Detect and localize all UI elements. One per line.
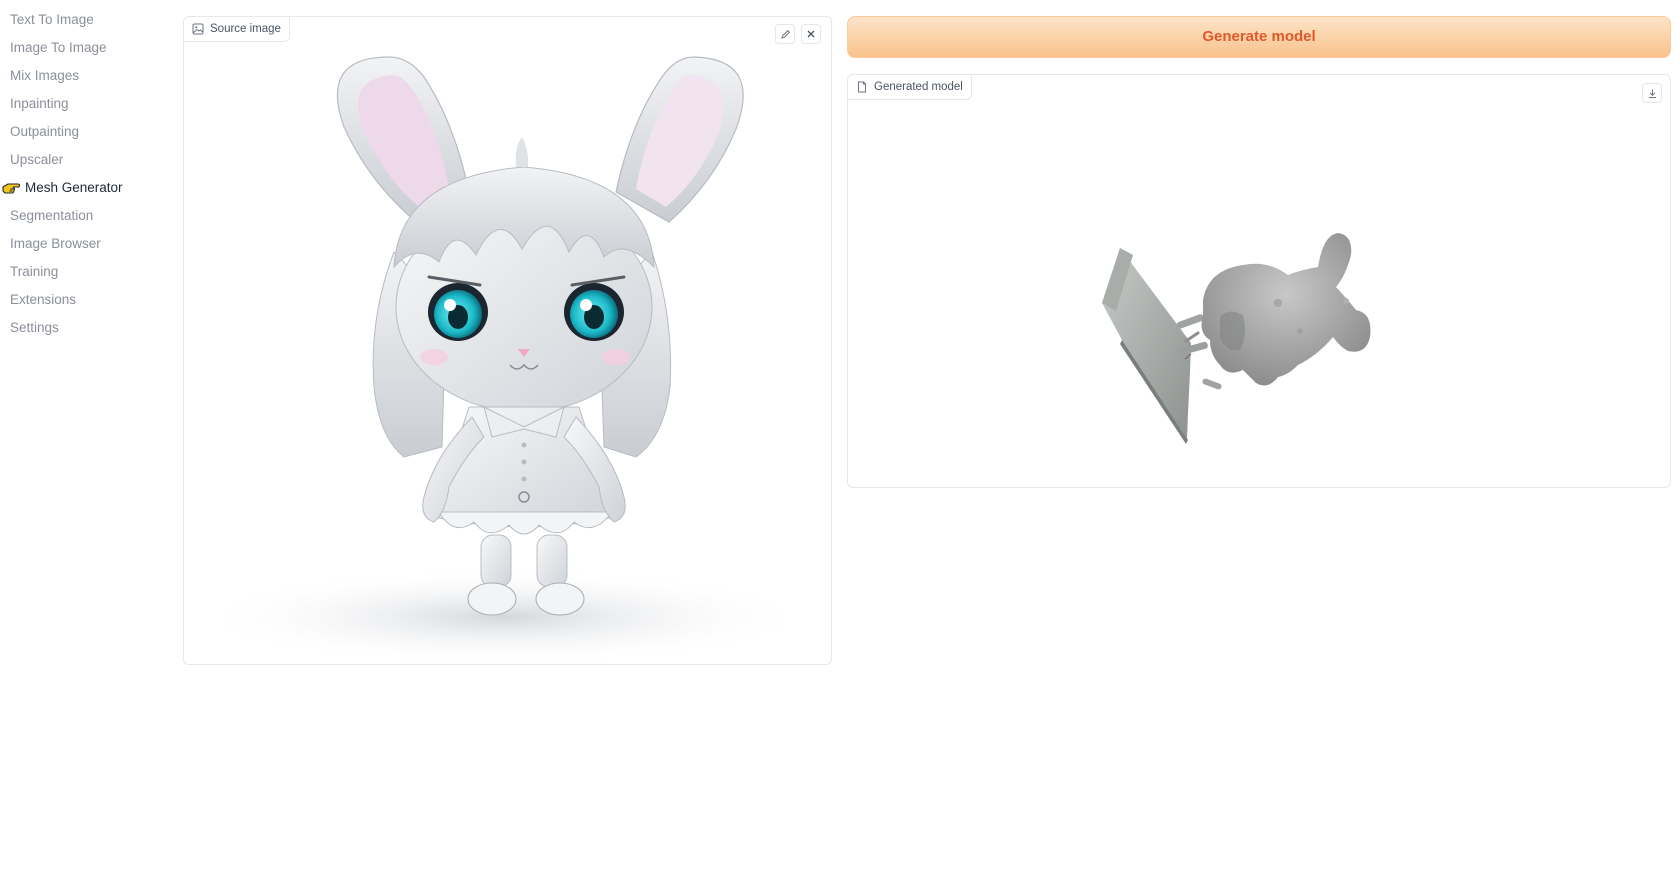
sidebar-item-label: Image Browser — [10, 236, 101, 251]
sidebar-item-mesh-generator[interactable]: Mesh Generator — [0, 174, 165, 202]
sidebar-item-label: Extensions — [10, 292, 77, 307]
sidebar-item-extensions[interactable]: Extensions — [0, 286, 165, 314]
source-image-preview — [184, 17, 831, 664]
sidebar-item-label: Inpainting — [10, 96, 69, 111]
sidebar-item-image-to-image[interactable]: Image To Image — [0, 34, 165, 62]
file-icon — [858, 81, 866, 93]
sidebar-item-segmentation[interactable]: Segmentation — [0, 202, 165, 230]
source-image-panel[interactable]: Source image — [183, 16, 832, 665]
generate-model-button[interactable]: Generate model — [847, 16, 1671, 58]
sidebar-item-upscaler[interactable]: Upscaler — [0, 146, 165, 174]
sidebar-item-label: Upscaler — [10, 152, 64, 167]
sidebar-item-image-browser[interactable]: Image Browser — [0, 230, 165, 258]
image-icon — [192, 23, 204, 35]
download-icon — [1648, 89, 1656, 98]
generated-model-label-text: Generated model — [874, 81, 963, 93]
sidebar-item-mix-images[interactable]: Mix Images — [0, 62, 165, 90]
sidebar-item-outpainting[interactable]: Outpainting — [0, 118, 165, 146]
sidebar-item-label: Image To Image — [10, 40, 107, 55]
sidebar-item-label: Outpainting — [10, 124, 80, 139]
generated-model-label: Generated model — [848, 75, 972, 100]
close-icon — [807, 30, 815, 38]
download-button[interactable] — [1642, 83, 1662, 103]
sidebar-item-label: Mesh Generator — [25, 180, 123, 195]
sidebar-item-settings[interactable]: Settings — [0, 314, 165, 342]
sidebar-item-text-to-image[interactable]: Text To Image — [0, 6, 165, 34]
sidebar-item-label: Training — [10, 264, 59, 279]
sidebar-item-label: Mix Images — [10, 68, 80, 83]
source-image-label-text: Source image — [210, 23, 281, 35]
pointing-hand-icon — [2, 183, 20, 194]
model-viewport[interactable] — [848, 75, 1670, 487]
sidebar-item-label: Settings — [10, 320, 59, 335]
sidebar-item-inpainting[interactable]: Inpainting — [0, 90, 165, 118]
sidebar-nav: Text To Image Image To Image Mix Images … — [0, 6, 165, 342]
pencil-icon — [780, 29, 790, 39]
sidebar-item-label: Segmentation — [10, 208, 94, 223]
generated-model-panel[interactable]: Generated model — [847, 74, 1671, 488]
sidebar-item-training[interactable]: Training — [0, 258, 165, 286]
clear-image-button[interactable] — [801, 24, 821, 44]
source-image-label: Source image — [184, 17, 290, 42]
edit-button[interactable] — [775, 24, 795, 44]
sidebar-item-label: Text To Image — [10, 12, 94, 27]
